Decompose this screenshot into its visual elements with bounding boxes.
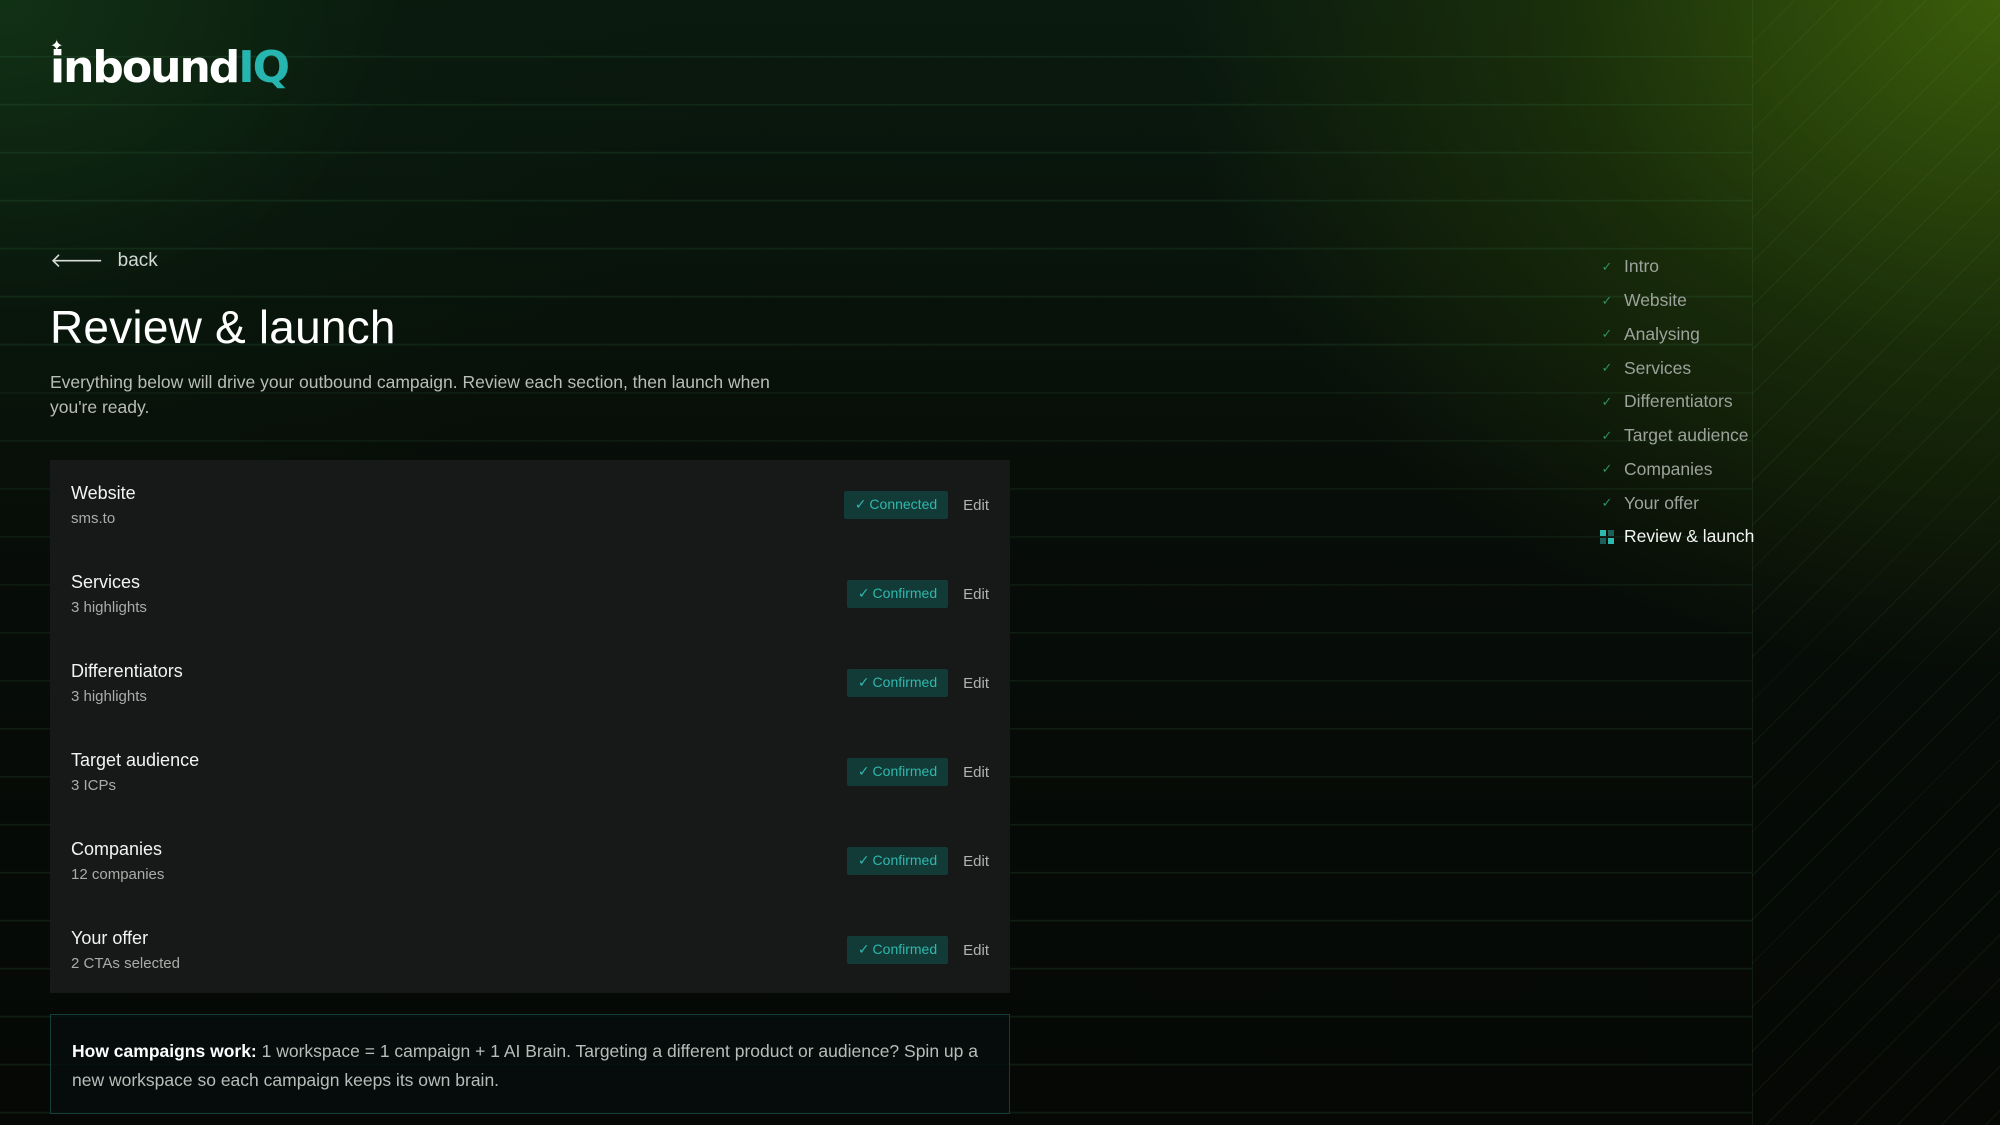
step-your-offer[interactable]: ✓ Your offer — [1600, 486, 1754, 520]
status-badge: ✓ Confirmed — [846, 669, 949, 697]
row-actions: ✓ Confirmed Edit — [846, 580, 989, 608]
step-label: Website — [1624, 290, 1687, 311]
check-icon: ✓ — [1601, 360, 1613, 376]
edit-button-companies[interactable]: Edit — [963, 853, 989, 870]
row-detail: 3 highlights — [71, 688, 147, 705]
row-detail: 3 highlights — [71, 599, 147, 616]
step-website[interactable]: ✓ Website — [1600, 284, 1754, 318]
row-title: Companies — [71, 839, 163, 859]
status-badge: ✓ Confirmed — [846, 758, 949, 786]
row-actions: ✓ Connected Edit — [843, 491, 989, 519]
status-badge: ✓ Confirmed — [846, 580, 949, 608]
step-label: Your offer — [1624, 492, 1699, 513]
row-title: Website — [71, 483, 136, 503]
current-step-icon — [1600, 529, 1614, 544]
status-label: Connected — [869, 496, 938, 512]
check-icon: ✓ — [1601, 258, 1613, 274]
row-detail: 12 companies — [71, 866, 165, 883]
page-title: Review & launch — [50, 301, 396, 353]
edit-button-target-audience[interactable]: Edit — [963, 764, 989, 781]
check-icon: ✓ — [857, 852, 870, 868]
check-icon: ✓ — [1601, 326, 1613, 342]
row-title: Services — [71, 572, 141, 592]
campaign-info-box: How campaigns work: 1 workspace = 1 camp… — [50, 1014, 1010, 1114]
row-actions: ✓ Confirmed Edit — [846, 936, 989, 964]
status-label: Confirmed — [872, 941, 938, 957]
step-label: Analysing — [1624, 323, 1700, 344]
review-row-companies: Companies 12 companies ✓ Confirmed Edit — [50, 816, 1010, 905]
check-icon: ✓ — [1601, 427, 1613, 443]
row-actions: ✓ Confirmed Edit — [846, 669, 989, 697]
check-icon: ✓ — [857, 941, 870, 957]
row-actions: ✓ Confirmed Edit — [846, 758, 989, 786]
check-icon: ✓ — [854, 496, 867, 512]
step-intro[interactable]: ✓ Intro — [1600, 250, 1754, 284]
check-icon: ✓ — [1601, 495, 1613, 511]
step-services[interactable]: ✓ Services — [1600, 351, 1754, 385]
edit-button-website[interactable]: Edit — [963, 497, 989, 514]
edit-button-your-offer[interactable]: Edit — [963, 942, 989, 959]
review-row-website: Website sms.to ✓ Connected Edit — [50, 460, 1010, 549]
step-differentiators[interactable]: ✓ Differentiators — [1600, 385, 1754, 419]
review-row-target-audience: Target audience 3 ICPs ✓ Confirmed Edit — [50, 727, 1010, 816]
status-label: Confirmed — [872, 763, 938, 779]
row-title: Target audience — [71, 750, 200, 770]
row-actions: ✓ Confirmed Edit — [846, 847, 989, 875]
back-label: back — [117, 250, 158, 271]
row-title: Differentiators — [71, 661, 183, 681]
step-label: Companies — [1624, 458, 1713, 479]
step-label: Target audience — [1624, 425, 1749, 446]
step-analysing[interactable]: ✓ Analysing — [1600, 318, 1754, 352]
row-detail: sms.to — [71, 510, 116, 527]
logo-spark-icon: ✦ — [50, 36, 63, 55]
background-diagonal-pattern — [1752, 0, 2000, 1125]
step-label: Review & launch — [1624, 526, 1755, 547]
campaign-info-text: How campaigns work: 1 workspace = 1 camp… — [72, 1037, 992, 1095]
logo: ✦ inboundIQ — [50, 38, 290, 90]
step-label: Intro — [1624, 256, 1660, 277]
row-detail: 2 CTAs selected — [71, 955, 180, 972]
step-label: Differentiators — [1624, 391, 1733, 412]
edit-button-differentiators[interactable]: Edit — [963, 675, 989, 692]
step-review-launch[interactable]: Review & launch — [1600, 520, 1754, 554]
progress-steps: ✓ Intro ✓ Website ✓ Analysing ✓ Services ✓ Di… — [1600, 250, 1754, 554]
row-detail: 3 ICPs — [71, 777, 117, 794]
step-target-audience[interactable]: ✓ Target audience — [1600, 419, 1754, 453]
logo-text-main: inbound — [50, 42, 240, 93]
arrow-left-icon: 🡐 — [50, 250, 104, 272]
status-badge: ✓ Connected — [843, 491, 949, 519]
review-row-differentiators: Differentiators 3 highlights ✓ Confirmed … — [50, 638, 1010, 727]
status-label: Confirmed — [872, 852, 938, 868]
background-divider — [1752, 0, 1753, 1125]
edit-button-services[interactable]: Edit — [963, 586, 989, 603]
check-icon: ✓ — [857, 763, 870, 779]
back-button[interactable]: 🡐 back — [50, 250, 158, 272]
status-badge: ✓ Confirmed — [846, 847, 949, 875]
logo-text-accent: IQ — [238, 42, 290, 93]
check-icon: ✓ — [857, 585, 870, 601]
check-icon: ✓ — [857, 674, 870, 690]
review-panel: Website sms.to ✓ Connected Edit Services … — [50, 460, 1010, 993]
check-icon: ✓ — [1601, 461, 1613, 477]
review-row-your-offer: Your offer 2 CTAs selected ✓ Confirmed Ed… — [50, 905, 1010, 994]
page-subtitle: Everything below will drive your outboun… — [50, 372, 770, 417]
step-label: Services — [1624, 357, 1692, 378]
step-companies[interactable]: ✓ Companies — [1600, 453, 1754, 487]
campaign-info-heading: How campaigns work: — [72, 1041, 257, 1061]
check-icon: ✓ — [1601, 292, 1613, 308]
status-label: Confirmed — [872, 585, 938, 601]
status-badge: ✓ Confirmed — [846, 936, 949, 964]
check-icon: ✓ — [1601, 393, 1613, 409]
review-row-services: Services 3 highlights ✓ Confirmed Edit — [50, 549, 1010, 638]
status-label: Confirmed — [872, 674, 938, 690]
row-title: Your offer — [71, 928, 149, 948]
